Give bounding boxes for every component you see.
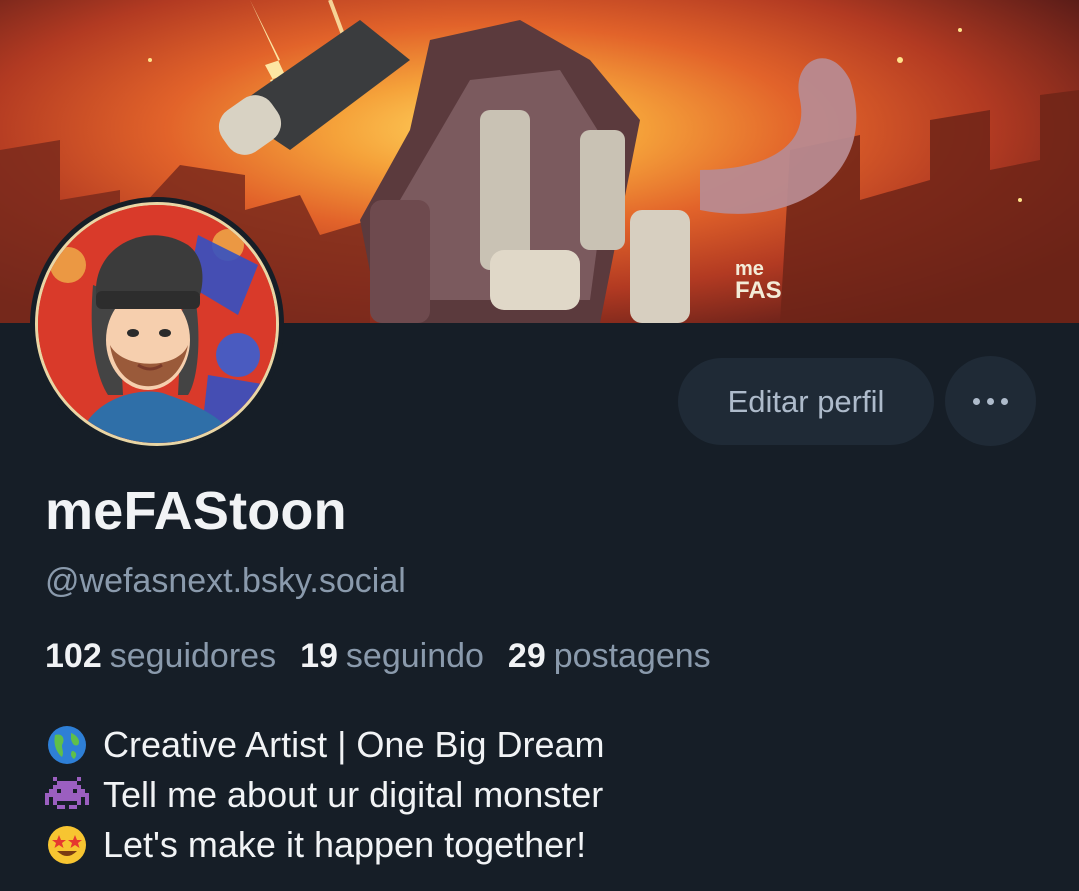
star-struck-face-icon (45, 823, 89, 867)
profile-handle[interactable]: @wefasnext.bsky.social (45, 562, 406, 601)
stat-label: seguindo (345, 637, 484, 675)
followers-stat[interactable]: 102 seguidores (45, 637, 276, 676)
stat-count: 19 (300, 637, 338, 675)
ellipsis-icon (973, 397, 980, 405)
alien-monster-icon (45, 773, 89, 817)
ellipsis-icon-dot (1001, 397, 1008, 405)
posts-stat: 29 postagens (508, 637, 711, 676)
bio-line: Let's make it happen together! (45, 820, 605, 870)
edit-profile-label: Editar perfil (727, 383, 885, 419)
profile-bio: Creative Artist | One Big Dream Tell me … (45, 720, 605, 870)
bio-text: Creative Artist | One Big Dream (103, 724, 605, 765)
bio-line: Tell me about ur digital monster (45, 770, 605, 820)
stat-count: 102 (45, 637, 102, 675)
globe-americas-icon (45, 723, 89, 767)
banner-watermark: me FAS (735, 258, 782, 304)
profile-page: me FAS Editar perfil meFAStoon @wefasnex… (0, 0, 1079, 891)
stat-label: seguidores (109, 637, 277, 675)
bio-line: Creative Artist | One Big Dream (45, 720, 605, 770)
edit-profile-button[interactable]: Editar perfil (678, 358, 934, 445)
display-name: meFAStoon (45, 481, 347, 541)
avatar-illustration (38, 205, 276, 443)
following-stat[interactable]: 19 seguindo (300, 637, 484, 676)
bio-text: Tell me about ur digital monster (103, 774, 604, 815)
ellipsis-icon-dot (987, 397, 994, 405)
avatar[interactable] (30, 197, 284, 451)
profile-stats: 102 seguidores 19 seguindo 29 postagens (45, 637, 735, 676)
avatar-image (35, 202, 279, 446)
more-options-button[interactable] (945, 356, 1036, 446)
bio-text: Let's make it happen together! (103, 824, 587, 865)
watermark-line-2: FAS (735, 277, 782, 304)
stat-count: 29 (507, 637, 546, 675)
stat-label: postagens (553, 637, 711, 675)
